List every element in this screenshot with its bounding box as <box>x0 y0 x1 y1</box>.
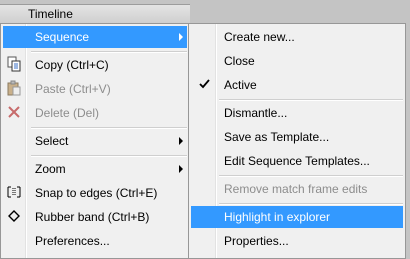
menu-item-save-as-template[interactable]: Save as Template... <box>191 126 403 148</box>
menu-separator <box>219 99 403 101</box>
menu-item-paste[interactable]: Paste (Ctrl+V) <box>3 78 187 100</box>
menu-item-label: Remove match frame edits <box>224 182 368 196</box>
delete-icon <box>8 106 20 118</box>
menu-item-create-new[interactable]: Create new... <box>191 26 403 48</box>
menu-item-label: Preferences... <box>35 234 110 248</box>
menu-item-label: Copy (Ctrl+C) <box>35 58 109 72</box>
menu-item-select[interactable]: Select <box>3 130 187 152</box>
menu-item-label: Active <box>224 78 257 92</box>
submenu-arrow-icon <box>179 165 183 173</box>
timeline-title: Timeline <box>28 7 73 21</box>
copy-icon <box>7 56 21 72</box>
menu-item-label: Highlight in explorer <box>224 210 331 224</box>
sequence-submenu: Create new... Close Active Dismantle... … <box>188 23 406 259</box>
menu-item-label: Dismantle... <box>224 106 288 120</box>
menu-item-remove-match-frame-edits[interactable]: Remove match frame edits <box>191 178 403 200</box>
menu-item-snap-to-edges[interactable]: Snap to edges (Ctrl+E) <box>3 182 187 204</box>
context-menu: Sequence Copy (Ctrl+C) Paste (Ctrl+V) De… <box>0 23 190 259</box>
menu-item-properties[interactable]: Properties... <box>191 230 403 252</box>
rubber-band-icon <box>8 210 20 222</box>
menu-item-zoom[interactable]: Zoom <box>3 158 187 180</box>
menu-separator <box>31 127 187 129</box>
menu-item-preferences[interactable]: Preferences... <box>3 230 187 252</box>
menu-item-label: Paste (Ctrl+V) <box>35 82 111 96</box>
menu-item-label: Close <box>224 54 255 68</box>
submenu-arrow-icon <box>179 33 183 41</box>
menu-separator <box>219 203 403 205</box>
menu-item-label: Create new... <box>224 30 295 44</box>
snap-edges-icon <box>7 186 21 198</box>
menu-item-sequence[interactable]: Sequence <box>3 26 187 48</box>
menu-item-highlight-in-explorer[interactable]: Highlight in explorer <box>191 206 403 228</box>
menu-item-label: Sequence <box>35 30 90 44</box>
menu-item-label: Select <box>35 134 69 148</box>
menu-item-dismantle[interactable]: Dismantle... <box>191 102 403 124</box>
menu-item-label: Delete (Del) <box>35 106 100 120</box>
submenu-arrow-icon <box>179 137 183 145</box>
menu-item-close[interactable]: Close <box>191 50 403 72</box>
menu-item-label: Save as Template... <box>224 130 330 144</box>
paste-icon <box>7 80 21 96</box>
menu-separator <box>31 51 187 53</box>
menu-item-label: Properties... <box>224 234 289 248</box>
menu-item-active[interactable]: Active <box>191 74 403 96</box>
menu-separator <box>219 175 403 177</box>
timeline-title-bar: Timeline <box>0 4 190 24</box>
menu-item-label: Zoom <box>35 162 66 176</box>
menu-separator <box>31 155 187 157</box>
menu-item-label: Snap to edges (Ctrl+E) <box>35 186 158 200</box>
menu-item-copy[interactable]: Copy (Ctrl+C) <box>3 54 187 76</box>
menu-item-edit-sequence-templates[interactable]: Edit Sequence Templates... <box>191 150 403 172</box>
menu-item-rubber-band[interactable]: Rubber band (Ctrl+B) <box>3 206 187 228</box>
menu-item-label: Rubber band (Ctrl+B) <box>35 210 150 224</box>
checkmark-icon <box>199 79 210 89</box>
menu-item-delete[interactable]: Delete (Del) <box>3 102 187 124</box>
menu-item-label: Edit Sequence Templates... <box>224 154 370 168</box>
